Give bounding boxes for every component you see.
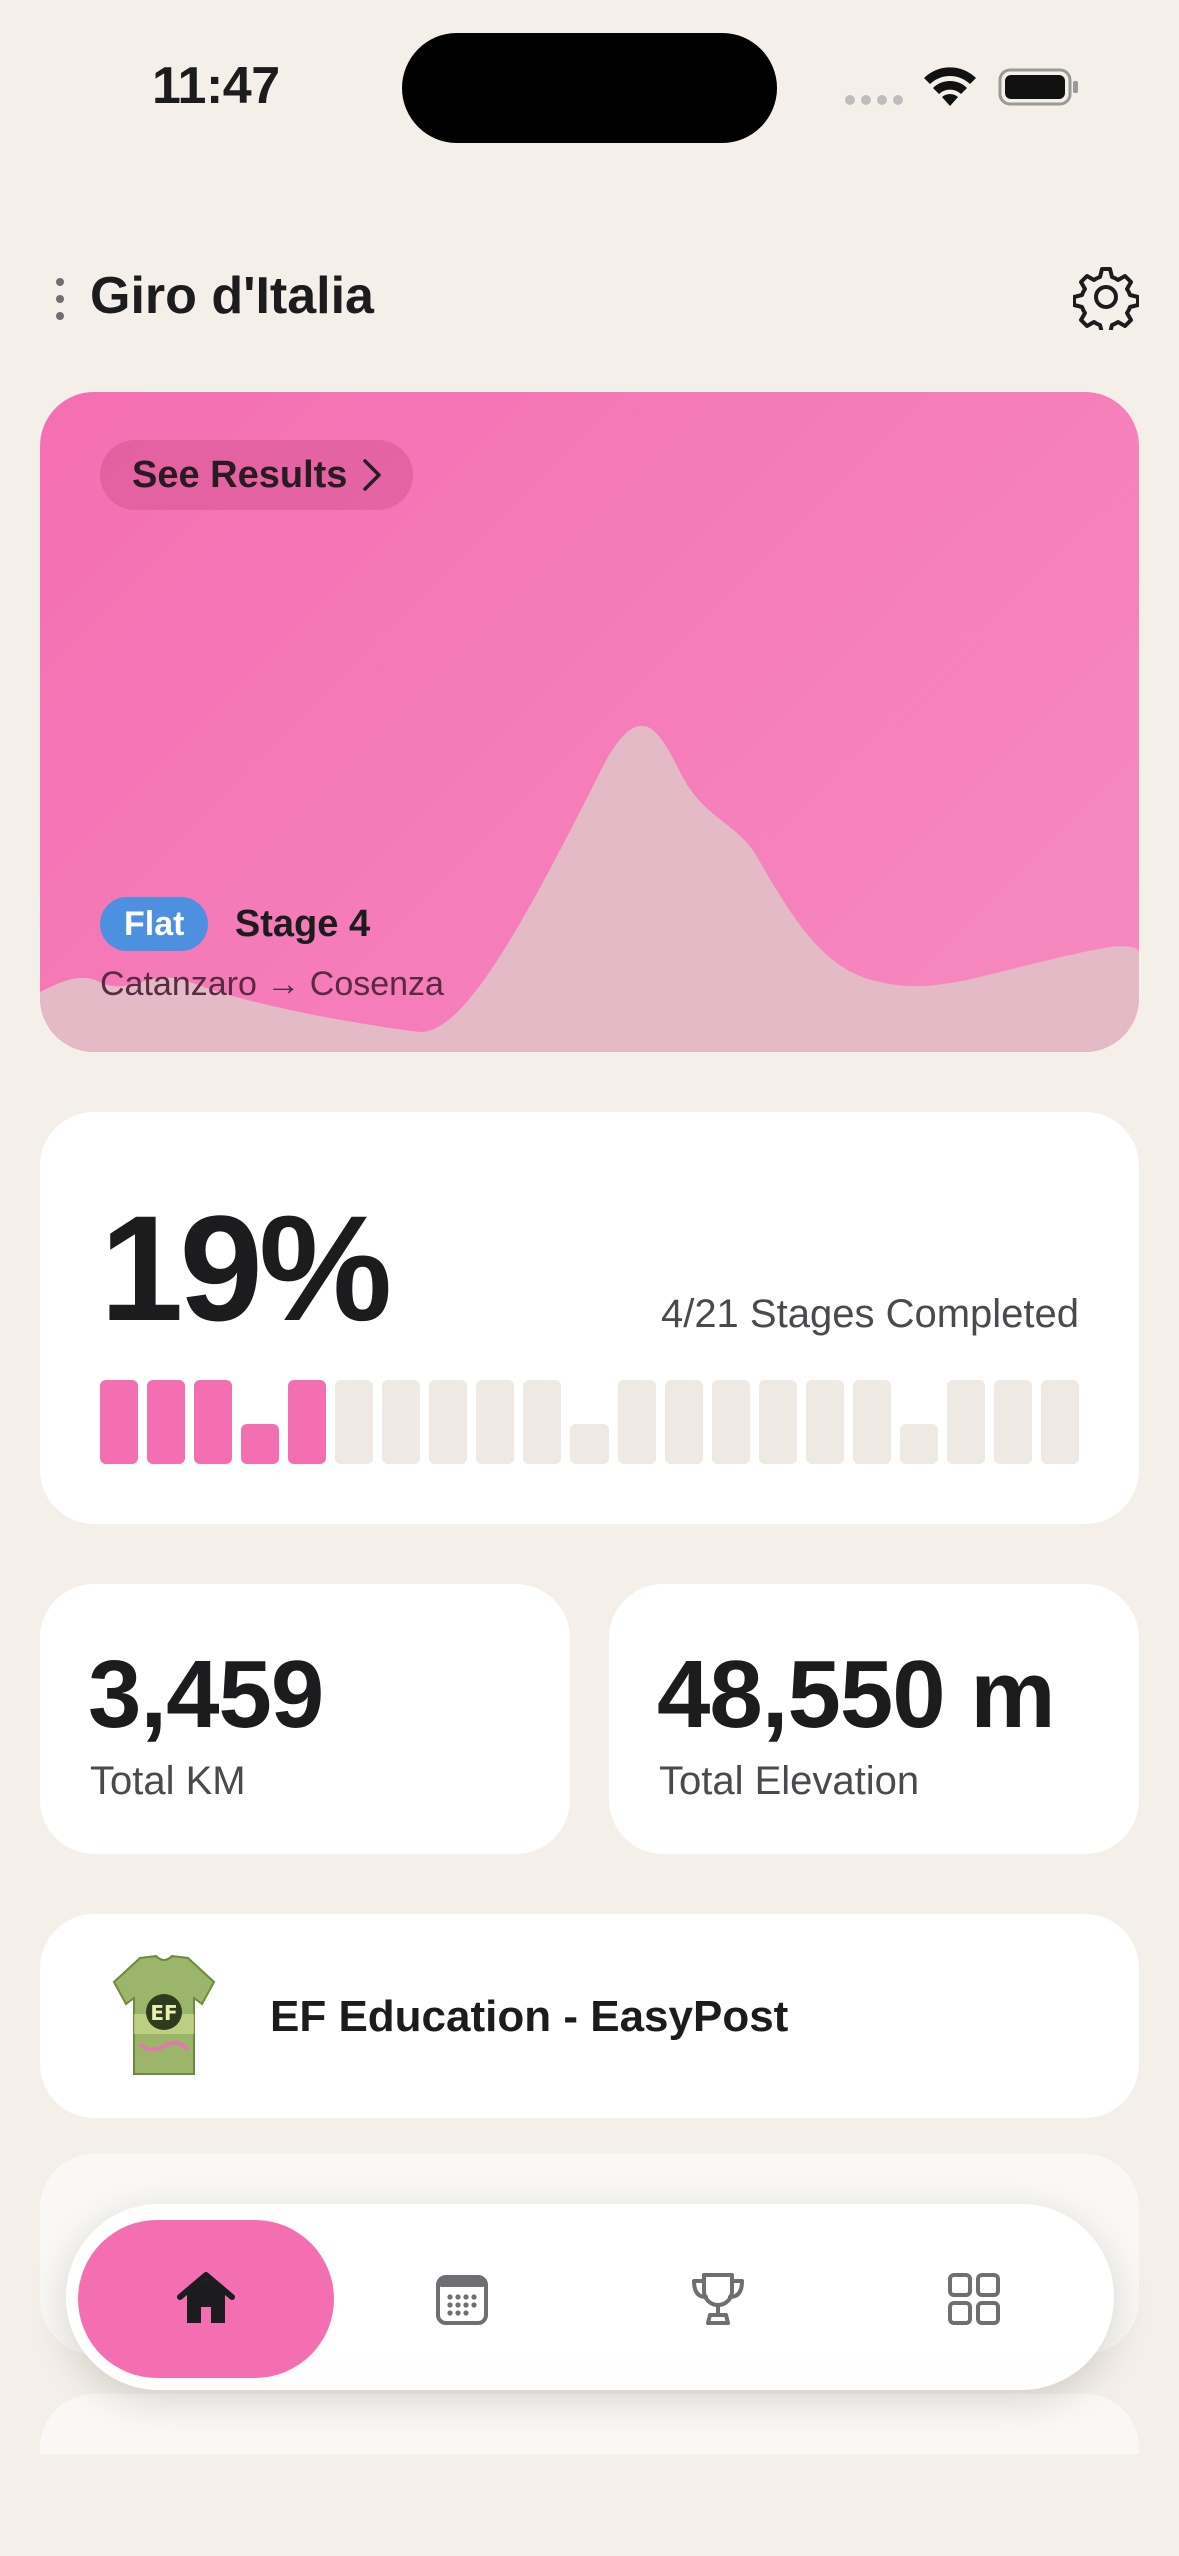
stage-progress-bars [100,1380,1079,1464]
stage-bar [711,1380,750,1464]
bottom-safe-area [0,2454,1179,2556]
total-km-label: Total KM [90,1759,246,1803]
stage-bar [147,1380,186,1464]
battery-icon [998,68,1078,106]
tab-standings[interactable] [590,2220,846,2378]
stage-route: Catanzaro → Cosenza [100,965,444,1003]
stage-bar [805,1380,844,1464]
stage-bar [288,1380,327,1464]
svg-text:EF: EF [150,2001,177,2025]
tab-more[interactable] [846,2220,1102,2378]
race-progress-card: 19% 4/21 Stages Completed [40,1112,1139,1524]
home-icon [177,2272,235,2323]
tab-bar [66,2204,1114,2390]
team-name: EF Education - EasyPost [270,1992,789,2041]
stages-completed-label: 4/21 Stages Completed [660,1292,1079,1336]
gear-icon[interactable] [1073,264,1139,330]
progress-percent: 19% [100,1184,392,1352]
see-results-button[interactable]: See Results [100,440,414,510]
stage-bar [852,1380,891,1464]
stage-bar [946,1380,985,1464]
stage-bar [476,1380,515,1464]
grid-icon [948,2273,1000,2325]
status-time: 11:47 [152,57,280,115]
total-elevation-value: 48,550 m [657,1641,1056,1748]
tab-home[interactable] [78,2220,334,2378]
trophy-icon [692,2273,744,2325]
stage-bar [523,1380,562,1464]
stage-bar [1040,1380,1079,1464]
dynamic-island [402,33,777,143]
stage-bar [993,1380,1032,1464]
wifi-icon [924,67,976,106]
stage-bar [241,1424,280,1464]
see-results-label: See Results [132,453,348,496]
stage-bar [617,1380,656,1464]
total-km-card: 3,459 Total KM [40,1584,570,1854]
cellular-signal-icon [845,95,905,107]
stage-name: Stage 4 [234,902,371,945]
app-header: Giro d'Italia [40,260,1139,334]
stage-bar [194,1380,233,1464]
total-elevation-card: 48,550 m Total Elevation [609,1584,1139,1854]
stage-bar [382,1380,421,1464]
total-elevation-label: Total Elevation [659,1759,920,1803]
stage-type-badge: Flat [100,897,209,951]
team-row[interactable]: EF EF Education - EasyPost [40,1914,1139,2118]
stage-bar [570,1424,609,1464]
tab-calendar[interactable] [334,2220,590,2378]
stage-bar [664,1380,703,1464]
current-stage-card[interactable]: See Results Flat Stage 4 Catanzaro → Cos… [40,392,1139,1052]
race-title: Giro d'Italia [90,267,374,325]
stage-info: Flat Stage 4 Catanzaro → Cosenza [100,897,444,1004]
status-bar: 11:47 [0,0,1179,150]
stage-bar [899,1424,938,1464]
stage-bar [758,1380,797,1464]
total-km-value: 3,459 [88,1641,324,1748]
more-vertical-icon[interactable] [54,278,66,320]
stage-bar [429,1380,468,1464]
chevron-right-icon [363,459,382,491]
team-jersey-icon: EF [112,1954,216,2075]
stage-bar [100,1380,139,1464]
stage-bar [335,1380,374,1464]
calendar-icon [436,2275,488,2325]
